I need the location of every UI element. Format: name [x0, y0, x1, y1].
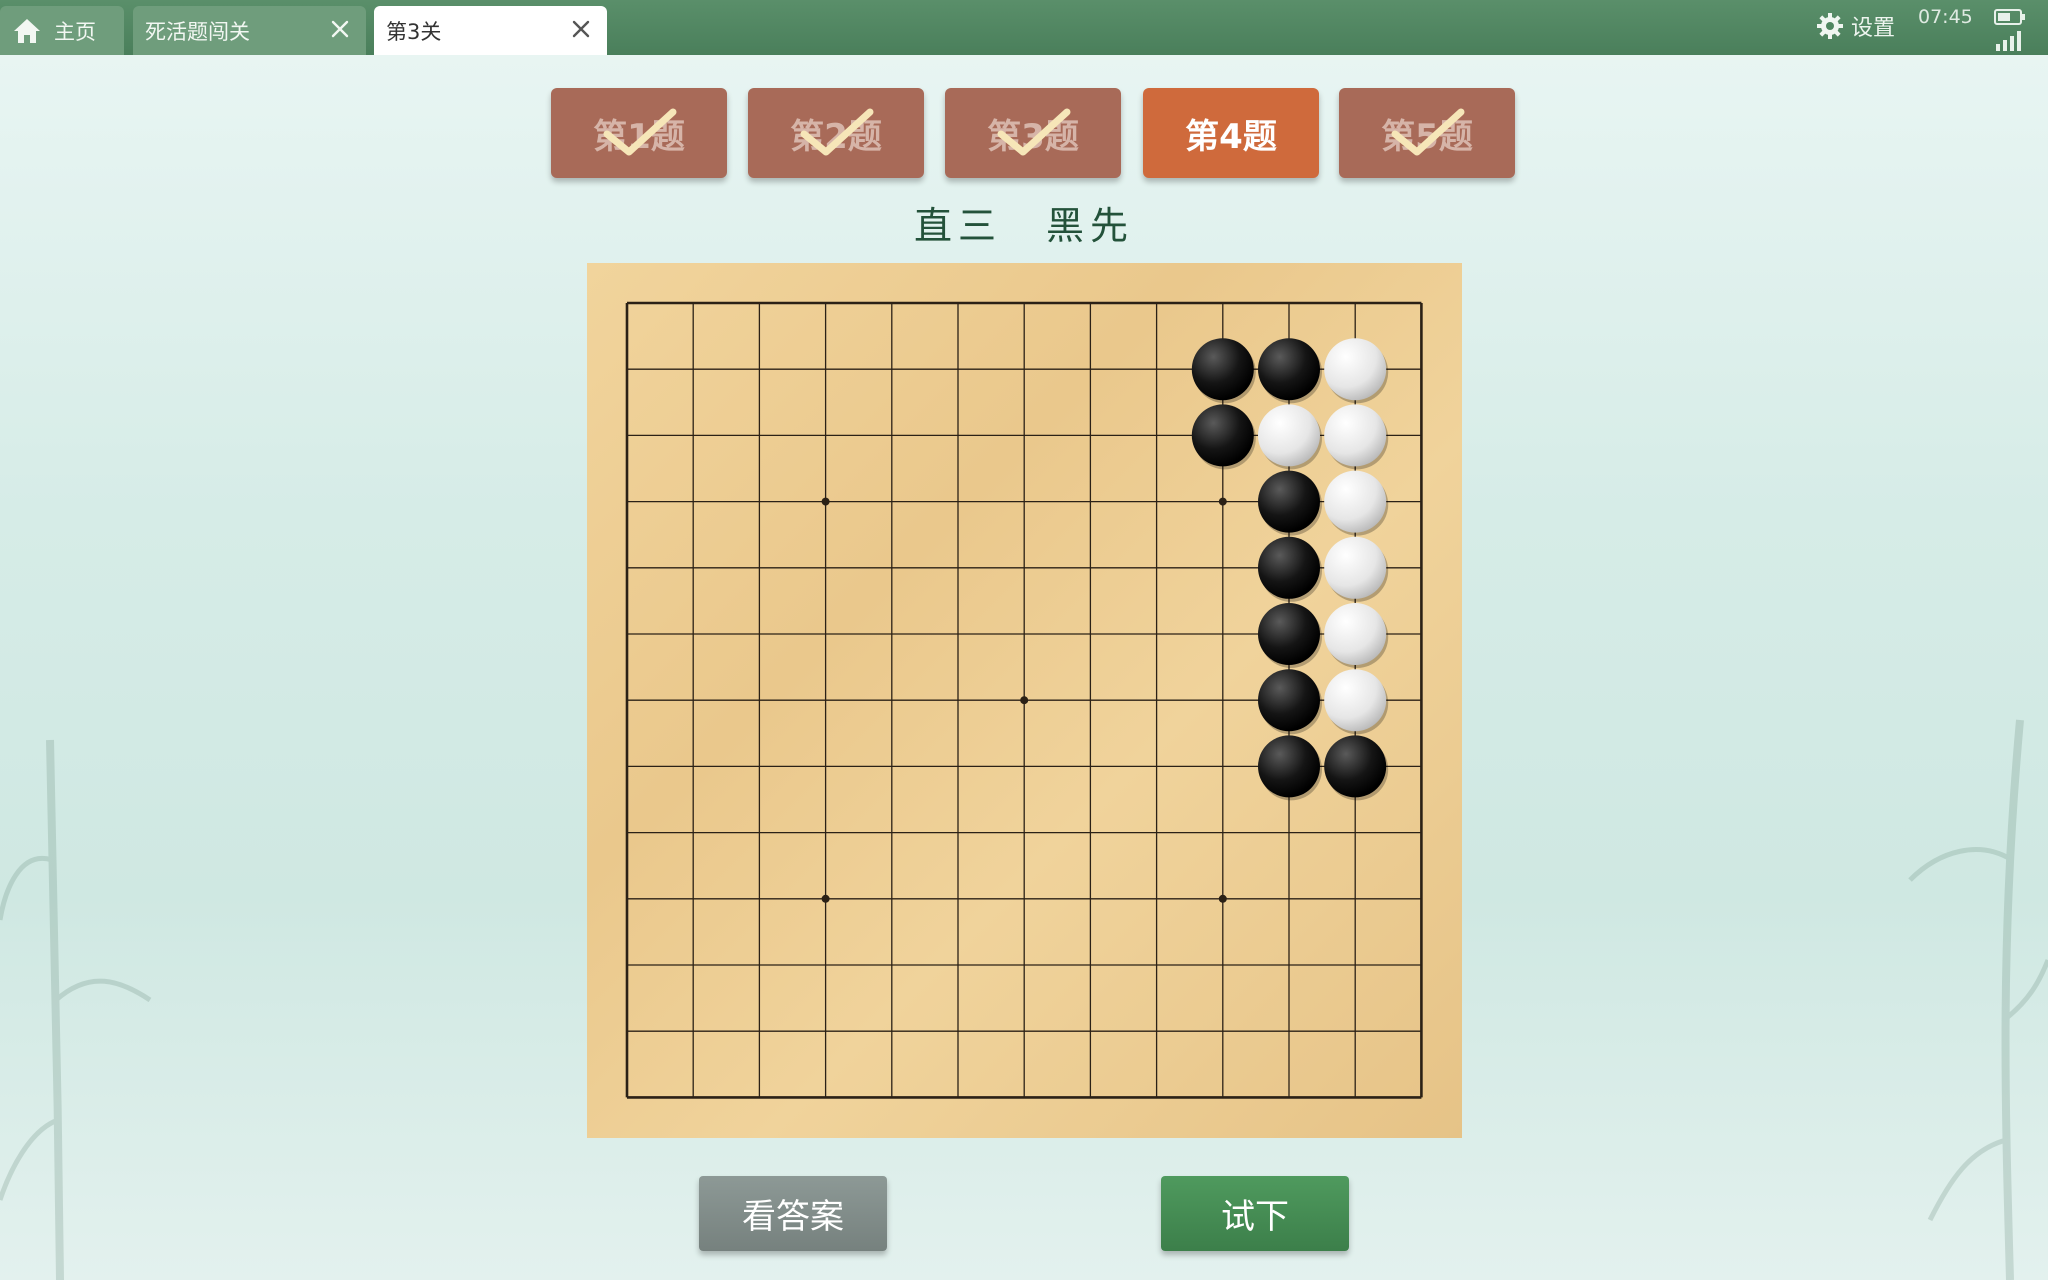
black-stone	[1258, 470, 1320, 533]
tab-home-label: 主页	[54, 19, 96, 44]
tab-home[interactable]: 主页	[0, 6, 124, 55]
black-stone	[1191, 404, 1254, 467]
white-stone	[1324, 404, 1387, 467]
problem-title: 直三 黑先	[913, 204, 1134, 248]
bamboo-decoration-left	[0, 739, 152, 1280]
tab-level-3[interactable]: 第3关	[374, 6, 607, 55]
black-stone	[1258, 603, 1320, 665]
close-icon[interactable]	[328, 17, 352, 41]
black-stone	[1324, 735, 1387, 798]
clock: 07:45	[1918, 6, 1973, 28]
checkmark-icon	[1391, 108, 1465, 156]
settings-button[interactable]: 设置	[1815, 10, 1895, 42]
show-answer-label: 看答案	[742, 1197, 844, 1237]
star-point	[821, 497, 830, 506]
show-answer-button[interactable]: 看答案	[699, 1176, 887, 1251]
checkmark-icon	[603, 108, 677, 156]
white-stone	[1324, 603, 1387, 665]
signal-icon	[1996, 31, 2021, 51]
close-icon[interactable]	[569, 17, 593, 41]
battery-icon	[1994, 9, 2025, 25]
try-move-label: 试下	[1221, 1197, 1289, 1237]
black-stone	[1258, 669, 1320, 732]
question-1-button[interactable]: 第1题	[551, 88, 727, 178]
white-stone	[1324, 470, 1387, 533]
checkmark-icon	[997, 108, 1071, 156]
white-stone	[1258, 404, 1320, 467]
white-stone	[1324, 669, 1387, 732]
home-icon	[14, 18, 40, 43]
black-stone	[1191, 338, 1254, 401]
black-stone	[1258, 338, 1320, 401]
tab-death-life-challenge[interactable]: 死活题闯关	[133, 6, 366, 55]
star-point	[1218, 497, 1227, 506]
star-point	[821, 894, 830, 903]
question-4-button[interactable]: 第4题	[1143, 88, 1319, 178]
board-grid	[625, 301, 1423, 1099]
checkmark-icon	[800, 108, 874, 156]
question-3-button[interactable]: 第3题	[945, 88, 1121, 178]
question-label: 第4题	[1185, 116, 1277, 157]
question-2-button[interactable]: 第2题	[748, 88, 924, 178]
star-point	[1020, 696, 1029, 705]
tab-label: 死活题闯关	[145, 19, 250, 44]
question-5-button[interactable]: 第5题	[1339, 88, 1515, 178]
black-stone	[1258, 536, 1320, 599]
star-point	[1218, 894, 1227, 903]
tab-bar: 主页 死活题闯关 第3关 设置 07:45	[0, 0, 2048, 55]
tab-label: 第3关	[386, 19, 442, 44]
black-stone	[1258, 735, 1320, 798]
white-stone	[1324, 338, 1387, 401]
gear-icon	[1817, 13, 1843, 39]
go-board[interactable]	[587, 263, 1462, 1138]
settings-label: 设置	[1851, 16, 1896, 41]
white-stone	[1324, 536, 1387, 599]
bamboo-decoration-right	[1908, 719, 2048, 1280]
try-move-button[interactable]: 试下	[1161, 1176, 1349, 1251]
